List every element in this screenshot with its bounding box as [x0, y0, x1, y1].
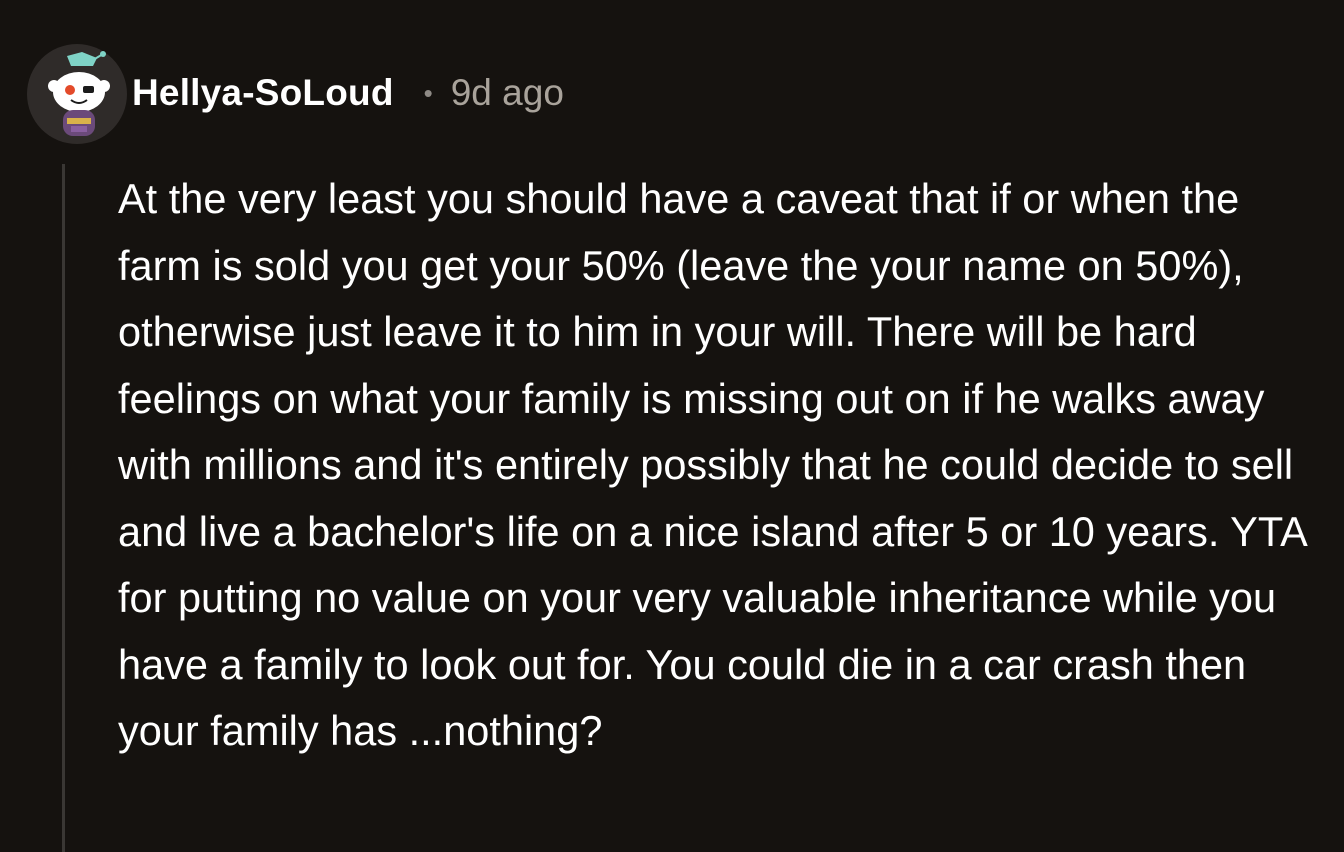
comment-header: Hellya-SoLoud • 9d ago	[132, 68, 564, 118]
snoo-avatar-icon	[27, 44, 127, 144]
comment-body: At the very least you should have a cave…	[118, 175, 1306, 754]
separator-dot: •	[423, 77, 433, 108]
timestamp[interactable]: 9d ago	[451, 72, 564, 114]
username-link[interactable]: Hellya-SoLoud	[132, 72, 394, 114]
thread-line[interactable]	[62, 164, 65, 852]
user-avatar[interactable]	[27, 44, 127, 144]
comment: Hellya-SoLoud • 9d ago At the very least…	[0, 0, 1344, 852]
